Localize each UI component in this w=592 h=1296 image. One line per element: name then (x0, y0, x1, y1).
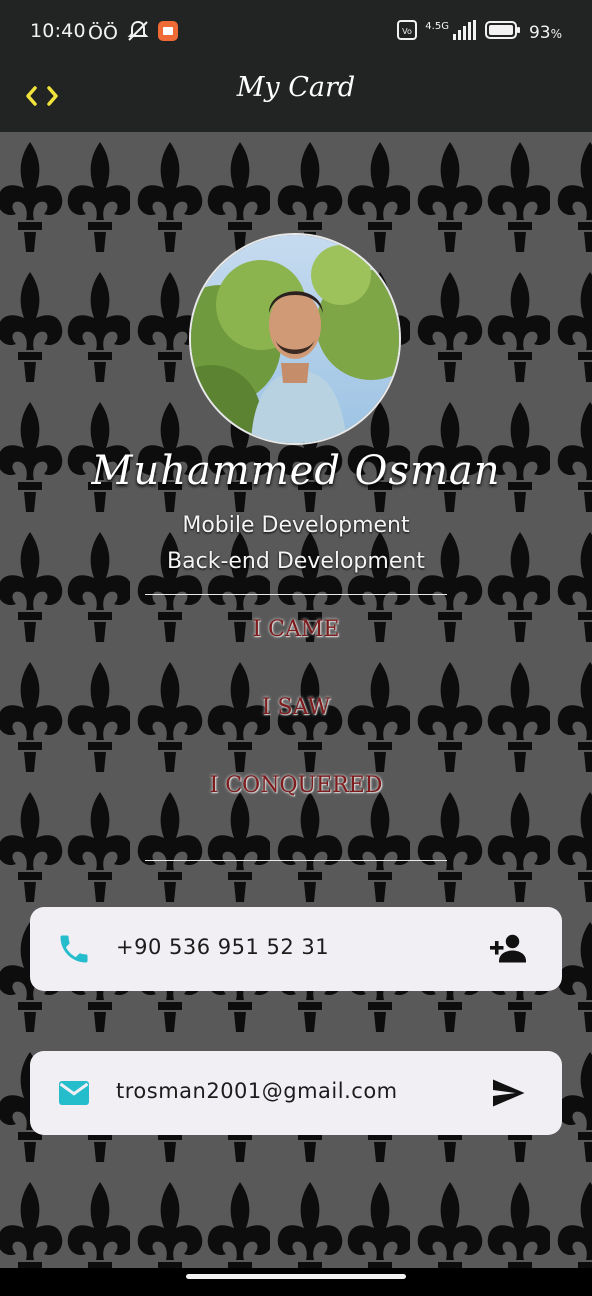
avatar (189, 233, 401, 445)
system-nav-bar (0, 1268, 592, 1296)
motto-saw: I SAW (261, 695, 331, 720)
status-left-glyphs: ÖÖ (88, 22, 118, 44)
role-backend: Back-end Development (167, 549, 425, 574)
page-title: My Card (236, 72, 356, 103)
role-mobile: Mobile Development (182, 513, 410, 538)
app-notification-icon (157, 21, 178, 45)
status-right: Vo 4.5G 93% (397, 20, 562, 45)
home-handle[interactable] (186, 1274, 406, 1279)
add-person-icon[interactable] (488, 931, 528, 967)
send-icon[interactable] (488, 1075, 528, 1111)
divider-top (145, 594, 447, 595)
status-bar: 10:40 ÖÖ Vo 4.5G 93% (0, 0, 592, 64)
email-address: trosman2001@gmail.com (116, 1079, 398, 1103)
mute-bell-icon (126, 20, 150, 46)
mail-icon (59, 1081, 89, 1105)
network-type: 4.5G (425, 21, 449, 32)
phone-number: +90 536 951 52 31 (116, 935, 330, 959)
divider-bottom (145, 860, 447, 861)
status-left-icons: ÖÖ (88, 20, 178, 46)
svg-text:Vo: Vo (402, 27, 412, 36)
phone-icon (60, 935, 88, 963)
profile-name: Muhammed Osman (91, 448, 501, 494)
email-card[interactable]: trosman2001@gmail.com (30, 1051, 562, 1135)
app-bar: My Card (0, 64, 592, 132)
status-time: 10:40 (30, 20, 86, 42)
motto-came: I CAME (252, 617, 340, 642)
signal-icon (452, 20, 477, 45)
battery-level: 93% (528, 22, 562, 43)
phone-card[interactable]: +90 536 951 52 31 (30, 907, 562, 991)
profile-photo (191, 235, 399, 443)
volte-icon: Vo (397, 20, 418, 45)
motto-conquered: I CONQUERED (209, 773, 383, 798)
battery-icon (484, 20, 521, 45)
